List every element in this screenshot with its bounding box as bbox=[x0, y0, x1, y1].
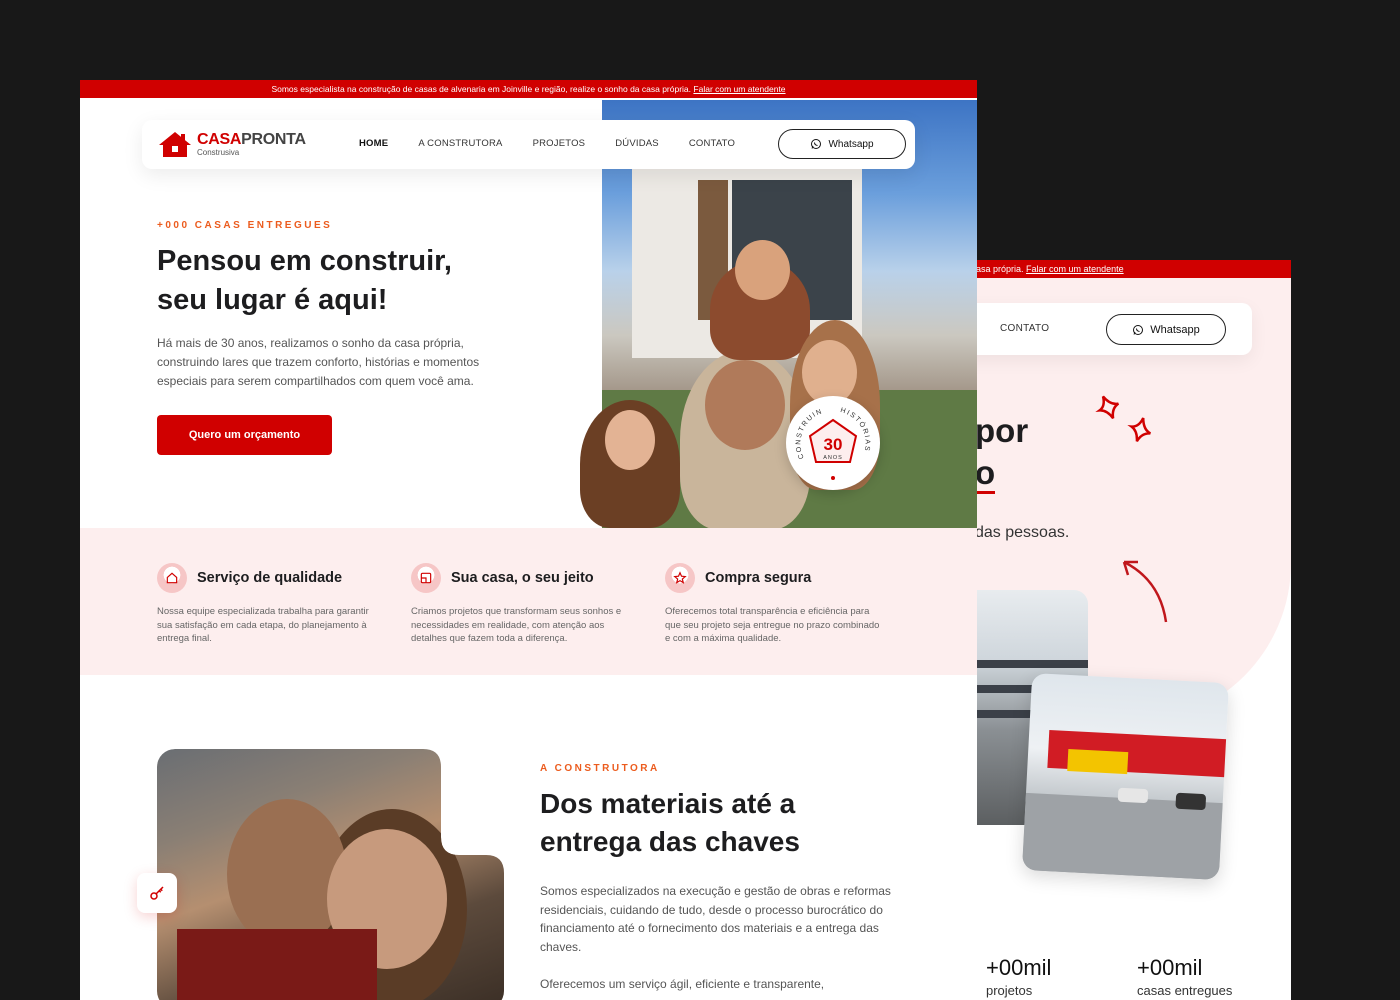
house-icon bbox=[157, 563, 187, 593]
about-paragraph: Somos especializados na execução e gestã… bbox=[540, 884, 891, 954]
car bbox=[1175, 792, 1207, 811]
feature-quality: Serviço de qualidade Nossa equipe especi… bbox=[157, 563, 372, 646]
store-front-photo bbox=[1021, 672, 1230, 881]
navbar: CASAPRONTA Construsiva HOME A CONSTRUTOR… bbox=[142, 120, 915, 169]
logo-tagline: Construsiva bbox=[197, 147, 240, 157]
back-title-line1: por bbox=[975, 412, 1029, 449]
stat-houses: +00mil casas entregues bbox=[1137, 955, 1232, 998]
back-whatsapp-label: Whatsapp bbox=[1150, 323, 1200, 336]
hero-lead: Há mais de 30 anos, realizamos o sonho d… bbox=[157, 336, 480, 388]
about-title-line1: Dos materiais até a bbox=[540, 788, 796, 819]
logo-word-casa: CASA bbox=[197, 130, 242, 148]
thirty-years-badge: CONSTRUINDO HISTÓRIAS 30 ANOS bbox=[782, 391, 880, 490]
logo-word-pronta: PRONTA bbox=[241, 130, 306, 148]
girl-face bbox=[605, 410, 655, 470]
curved-arrow-icon bbox=[1122, 560, 1168, 623]
feature-custom: Sua casa, o seu jeito Criamos projetos q… bbox=[411, 563, 626, 646]
feature-secure: Compra segura Oferecemos total transparê… bbox=[665, 563, 880, 646]
logo-wordmark: CASAPRONTA bbox=[197, 130, 306, 148]
stat-label: projetos bbox=[986, 983, 1033, 998]
whatsapp-icon bbox=[1133, 324, 1144, 335]
main-page-preview: Somos especialista na construção de casa… bbox=[80, 80, 977, 1000]
father-face bbox=[705, 360, 785, 450]
man-face bbox=[227, 799, 347, 949]
back-topbar-text: asa própria. bbox=[976, 264, 1024, 274]
feature-description: Nossa equipe especializada trabalha para… bbox=[157, 606, 369, 644]
house-logo-icon bbox=[159, 132, 191, 157]
child-face bbox=[735, 240, 790, 300]
stat-value: +00mil bbox=[986, 955, 1052, 980]
logo[interactable]: CASAPRONTA Construsiva bbox=[157, 130, 306, 158]
hero-title-line2: seu lugar é aqui! bbox=[157, 284, 388, 316]
features-section: Serviço de qualidade Nossa equipe especi… bbox=[80, 528, 977, 675]
store-sign bbox=[1067, 748, 1129, 775]
hero-title: Pensou em construir, seu lugar é aqui! bbox=[157, 242, 577, 320]
announcement-link[interactable]: Falar com um atendente bbox=[693, 84, 785, 94]
nav-item-duvidas[interactable]: DÚVIDAS bbox=[615, 138, 659, 149]
feature-title: Sua casa, o seu jeito bbox=[451, 570, 594, 586]
key-icon bbox=[137, 873, 177, 913]
back-whatsapp-button[interactable]: Whatsapp bbox=[1106, 314, 1226, 345]
nav-item-home[interactable]: HOME bbox=[359, 138, 388, 149]
back-subtitle: das pessoas. bbox=[975, 524, 1070, 541]
about-paragraph-2: Oferecemos um serviço ágil, eficiente e … bbox=[540, 977, 825, 991]
feature-description: Oferecemos total transparência e eficiên… bbox=[665, 606, 880, 644]
car bbox=[1117, 787, 1149, 804]
back-title-line2: o bbox=[975, 452, 996, 494]
star-icon bbox=[665, 563, 695, 593]
nav-item-construtora[interactable]: A CONSTRUTORA bbox=[418, 138, 502, 149]
back-nav-contato[interactable]: CONTATO bbox=[1000, 323, 1049, 334]
announcement-text: Somos especialista na construção de casa… bbox=[271, 84, 692, 94]
blueprint-icon bbox=[411, 563, 441, 593]
announcement-bar: Somos especialista na construção de casa… bbox=[80, 80, 977, 98]
about-title: Dos materiais até a entrega das chaves bbox=[540, 785, 900, 861]
couple-photo bbox=[157, 749, 504, 1000]
back-navbar: CONTATO Whatsapp bbox=[940, 303, 1252, 355]
stat-projects: +00mil projetos bbox=[986, 955, 1051, 998]
sparkle-icon bbox=[1095, 395, 1152, 442]
back-title-underlined: o bbox=[975, 454, 996, 494]
feature-description: Criamos projetos que transformam seus so… bbox=[411, 606, 622, 644]
stat-label: casas entregues bbox=[1137, 983, 1233, 998]
back-topbar-link[interactable]: Falar com um atendente bbox=[1026, 264, 1124, 274]
nav-item-contato[interactable]: CONTATO bbox=[689, 138, 735, 149]
nav-item-projetos[interactable]: PROJETOS bbox=[533, 138, 586, 149]
whatsapp-label: Whatsapp bbox=[828, 138, 874, 150]
main-menu: HOME A CONSTRUTORA PROJETOS DÚVIDAS CONT… bbox=[359, 138, 765, 149]
whatsapp-icon bbox=[811, 139, 822, 149]
quote-button[interactable]: Quero um orçamento bbox=[157, 415, 332, 455]
whatsapp-button[interactable]: Whatsapp bbox=[778, 129, 906, 159]
about-eyebrow: A CONSTRUTORA bbox=[540, 763, 660, 774]
about-title-line2: entrega das chaves bbox=[540, 826, 800, 857]
badge-number: 30 bbox=[824, 435, 843, 454]
hero-title-line1: Pensou em construir, bbox=[157, 245, 452, 277]
badge-graphic: CONSTRUINDO HISTÓRIAS 30 ANOS bbox=[782, 391, 869, 480]
man-shirt bbox=[177, 929, 377, 1000]
badge-unit: ANOS bbox=[823, 455, 843, 461]
feature-title: Serviço de qualidade bbox=[197, 570, 343, 586]
stat-value: +00mil bbox=[1137, 955, 1203, 980]
feature-title: Compra segura bbox=[705, 570, 812, 586]
hero-eyebrow: +000 CASAS ENTREGUES bbox=[157, 220, 333, 231]
